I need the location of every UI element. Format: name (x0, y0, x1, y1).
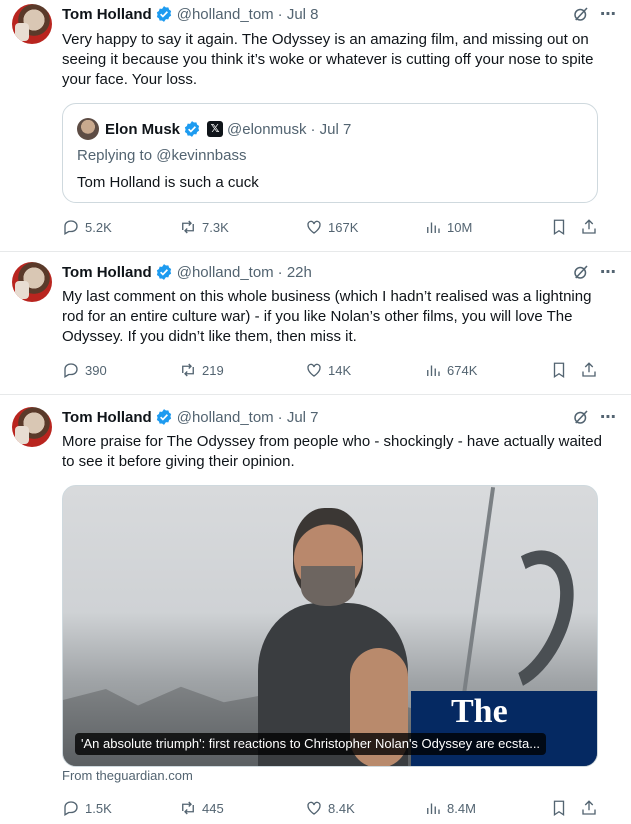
reply-icon (64, 363, 78, 378)
bookmark-icon (553, 800, 565, 817)
retweet-button[interactable]: 7.3K (179, 216, 229, 238)
more-options-icon[interactable]: ⋯ (600, 4, 617, 24)
verified-badge-icon (156, 264, 171, 280)
quoted-tweet-time: · Jul 7 (310, 120, 352, 138)
quoted-author-avatar (77, 118, 99, 140)
author-handle[interactable]: @holland_tom (177, 264, 274, 281)
bookmark-icon (553, 362, 565, 379)
retweet-count: 219 (202, 362, 224, 378)
quoted-tweet[interactable]: Elon Musk 𝕏 @elonmusk · Jul 7 Replying t… (62, 103, 598, 203)
reply-count: 5.2K (85, 219, 112, 235)
author-handle[interactable]: @holland_tom (177, 409, 274, 426)
verified-badge-icon (184, 121, 200, 137)
tweet-time[interactable]: · Jul 7 (278, 409, 319, 426)
retweet-count: 7.3K (202, 219, 229, 235)
quoted-tweet-header: Elon Musk 𝕏 @elonmusk · Jul 7 (77, 118, 351, 140)
views-chart-icon (427, 365, 440, 376)
retweet-count: 445 (202, 800, 224, 816)
like-button[interactable]: 167K (305, 216, 358, 238)
bookmark-button[interactable] (550, 359, 568, 381)
heart-icon (307, 801, 321, 815)
views-chart-icon (427, 222, 440, 233)
author-avatar[interactable] (12, 407, 52, 447)
reply-button[interactable]: 390 (62, 359, 107, 381)
tweet-header: Tom Holland @holland_tom · Jul 7 ⋯ (62, 407, 617, 427)
author-name[interactable]: Tom Holland (62, 409, 152, 426)
view-count: 10M (447, 219, 473, 235)
grok-icon[interactable] (572, 263, 590, 281)
reply-button[interactable]: 5.2K (62, 216, 112, 238)
tweet-text: My last comment on this whole business (… (62, 288, 592, 345)
actor-figure (258, 508, 408, 766)
author-avatar[interactable] (12, 262, 52, 302)
bookmark-button[interactable] (550, 797, 568, 819)
guardian-logo: The (411, 691, 597, 766)
tweet[interactable]: Tom Holland @holland_tom · 22h ⋯ My last… (0, 252, 631, 395)
verified-badge-icon (156, 6, 171, 22)
quoted-author-name: Elon Musk (105, 120, 181, 138)
share-icon (582, 362, 596, 377)
author-name[interactable]: Tom Holland (62, 264, 152, 281)
views-button[interactable]: 674K (424, 359, 477, 381)
tweet-actions: 5.2K 7.3K 167K 10M (62, 216, 607, 238)
tweet-actions: 390 219 14K 674K (62, 359, 607, 381)
quoted-author-handle: @elonmusk (227, 120, 307, 138)
reply-icon (64, 801, 78, 816)
reply-count: 390 (85, 362, 107, 378)
reply-icon (64, 220, 78, 235)
views-button[interactable]: 8.4M (424, 797, 476, 819)
author-handle[interactable]: @holland_tom (177, 6, 274, 23)
author-avatar[interactable] (12, 4, 52, 44)
reply-count: 1.5K (85, 800, 112, 816)
tweet-header: Tom Holland @holland_tom · Jul 8 ⋯ (62, 4, 617, 24)
retweet-button[interactable]: 219 (179, 359, 224, 381)
tweet-actions: 1.5K 445 8.4K 8.4M (62, 797, 607, 819)
link-card-source[interactable]: From theguardian.com (62, 768, 193, 783)
x-affiliate-badge-icon: 𝕏 (207, 121, 224, 137)
tweet-time[interactable]: · 22h (278, 264, 312, 281)
more-options-icon[interactable]: ⋯ (600, 407, 617, 427)
tweet-time[interactable]: · Jul 8 (278, 6, 319, 23)
like-count: 14K (328, 362, 352, 378)
heart-icon (307, 220, 321, 234)
share-button[interactable] (580, 216, 598, 238)
tweet[interactable]: Tom Holland @holland_tom · Jul 8 ⋯ Very … (0, 0, 631, 252)
verified-badge-icon (156, 409, 171, 425)
share-button[interactable] (580, 797, 598, 819)
share-button[interactable] (580, 359, 598, 381)
tweet-text: More praise for The Odyssey from people … (62, 433, 602, 470)
replying-to-label: Replying to @kevinnbass (77, 147, 247, 164)
view-count: 674K (447, 362, 478, 378)
retweet-icon (182, 801, 194, 815)
tweet[interactable]: Tom Holland @holland_tom · Jul 7 ⋯ More … (0, 395, 631, 824)
author-name[interactable]: Tom Holland (62, 6, 152, 23)
link-card-image[interactable]: The 'An absolute triumph': first reactio… (62, 485, 598, 767)
views-button[interactable]: 10M (424, 216, 472, 238)
grok-icon[interactable] (572, 5, 590, 23)
bookmark-button[interactable] (550, 216, 568, 238)
quoted-tweet-text: Tom Holland is such a cuck (77, 174, 259, 191)
views-chart-icon (427, 803, 440, 814)
tweet-text: Very happy to say it again. The Odyssey … (62, 31, 594, 88)
like-count: 8.4K (328, 800, 355, 816)
grok-icon[interactable] (572, 408, 590, 426)
retweet-icon (182, 363, 194, 377)
share-icon (582, 219, 596, 234)
share-icon (582, 800, 596, 815)
link-card-title[interactable]: 'An absolute triumph': first reactions t… (75, 733, 547, 755)
like-count: 167K (328, 219, 359, 235)
view-count: 8.4M (447, 800, 476, 816)
retweet-button[interactable]: 445 (179, 797, 224, 819)
like-button[interactable]: 8.4K (305, 797, 355, 819)
more-options-icon[interactable]: ⋯ (600, 262, 617, 282)
bookmark-icon (553, 219, 565, 236)
heart-icon (307, 363, 321, 377)
like-button[interactable]: 14K (305, 359, 351, 381)
reply-button[interactable]: 1.5K (62, 797, 112, 819)
tweet-header: Tom Holland @holland_tom · 22h ⋯ (62, 262, 617, 282)
retweet-icon (182, 220, 194, 234)
